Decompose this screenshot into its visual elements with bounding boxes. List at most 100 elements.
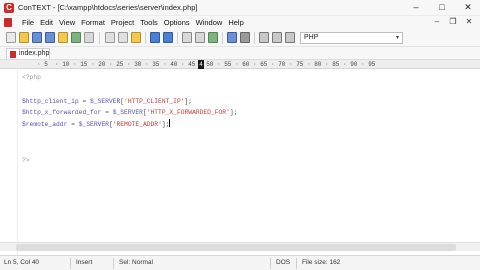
ruler-tick: · 55 <box>217 61 232 68</box>
ruler-tick: · 90 <box>343 61 358 68</box>
ruler-tick: · 40 <box>163 61 178 68</box>
editor-gutter[interactable] <box>0 69 18 255</box>
insert-mode: Insert <box>76 259 93 266</box>
find-next-icon[interactable] <box>195 32 205 43</box>
code-token: ]; <box>184 97 193 105</box>
ruler-caret-marker: 4 <box>198 60 204 69</box>
maximize-button[interactable]: □ <box>436 2 448 13</box>
menu-bar: File Edit View Format Project Tools Opti… <box>0 16 480 29</box>
code-token: <?php <box>22 74 41 81</box>
close-file-icon[interactable] <box>58 32 68 43</box>
toggle-bookmark-icon[interactable] <box>227 32 237 43</box>
code-line[interactable]: $remote_addr = $_SERVER['REMOTE_ADDR']; <box>22 119 237 131</box>
code-line[interactable]: ?> <box>22 155 237 167</box>
new-file-icon[interactable] <box>6 32 16 43</box>
code-token: ?> <box>22 156 30 164</box>
menu-window[interactable]: Window <box>196 18 223 27</box>
ruler-tick: · 45 <box>181 61 196 68</box>
ruler-tick: · 80 <box>307 61 322 68</box>
toolbar-separator <box>177 32 178 44</box>
menu-project[interactable]: Project <box>111 18 134 27</box>
ruler-tick: · 75 <box>289 61 304 68</box>
text-cursor <box>169 119 171 128</box>
code-line[interactable] <box>22 143 237 155</box>
cursor-position: Ln 5, Col 40 <box>4 259 40 266</box>
scrollbar-thumb[interactable] <box>16 244 456 251</box>
tab-label: index.php <box>19 50 50 57</box>
code-line[interactable]: $http_x_forwarded_for = $_SERVER['HTTP_X… <box>22 107 237 119</box>
ruler-tick: · 85 <box>325 61 340 68</box>
code-line[interactable] <box>22 131 237 143</box>
php-file-icon <box>10 51 16 58</box>
code-token: $_SERVER <box>78 121 109 129</box>
code-token: = <box>101 109 113 117</box>
doc-minimize-button[interactable]: – <box>432 17 442 27</box>
word-wrap-icon[interactable] <box>240 32 250 43</box>
menu-format[interactable]: Format <box>81 18 105 27</box>
copy-icon[interactable] <box>118 32 128 43</box>
ruler-tick: · 95 <box>361 61 376 68</box>
document-menu-icon[interactable] <box>4 18 12 27</box>
title-bar: C ConTEXT - [C:\xampp\htdocs\series\serv… <box>0 0 480 16</box>
code-token: $http_client_ip <box>22 97 79 105</box>
minimize-button[interactable]: – <box>410 2 422 13</box>
code-token: = <box>78 97 91 105</box>
ruler-tick: · 65 <box>253 61 268 68</box>
line-ending: DOS <box>276 259 291 266</box>
user-exec-2-icon[interactable] <box>272 32 282 43</box>
find-icon[interactable] <box>182 32 192 43</box>
print-preview-icon[interactable] <box>84 32 94 43</box>
toolbar-separator <box>222 32 223 44</box>
doc-close-button[interactable]: ✕ <box>464 17 474 27</box>
print-icon[interactable] <box>71 32 81 43</box>
status-divider <box>296 258 297 269</box>
close-button[interactable]: ✕ <box>462 2 474 13</box>
toolbar-separator <box>254 32 255 44</box>
code-token: 'HTTP_CLIENT_IP' <box>124 97 185 105</box>
menu-items: File Edit View Format Project Tools Opti… <box>22 18 244 27</box>
context-app-icon[interactable]: C <box>4 3 14 13</box>
code-token: $http_x_forwarded_for <box>22 109 102 117</box>
highlighter-select[interactable]: PHP ▾ <box>300 32 403 44</box>
ruler-tick: · 20 <box>91 61 106 68</box>
doc-restore-button[interactable]: ❐ <box>448 17 458 27</box>
document-window-controls: – ❐ ✕ <box>432 17 474 27</box>
undo-icon[interactable] <box>150 32 160 43</box>
menu-edit[interactable]: Edit <box>40 18 53 27</box>
ruler-tick: · 10 <box>55 61 70 68</box>
code-line[interactable] <box>22 84 237 96</box>
menu-file[interactable]: File <box>22 18 34 27</box>
code-token: 'HTTP_X_FORWARDED_FOR' <box>146 109 230 117</box>
code-text[interactable]: <?php $http_client_ip = $_SERVER['HTTP_CL… <box>22 72 237 166</box>
save-all-icon[interactable] <box>45 32 55 43</box>
toolbar-separator <box>99 32 100 44</box>
menu-tools[interactable]: Tools <box>140 18 158 27</box>
code-token: ]; <box>161 121 170 129</box>
ruler-tick: · 70 <box>271 61 286 68</box>
code-editor[interactable]: <?php $http_client_ip = $_SERVER['HTTP_CL… <box>0 69 480 255</box>
code-line[interactable]: $http_client_ip = $_SERVER['HTTP_CLIENT_… <box>22 96 237 108</box>
ruler-tick: · 5 <box>37 61 48 68</box>
replace-icon[interactable] <box>208 32 218 43</box>
user-exec-1-icon[interactable] <box>259 32 269 43</box>
cut-icon[interactable] <box>105 32 115 43</box>
horizontal-scrollbar[interactable] <box>0 242 480 251</box>
column-ruler: · 5 · 10 · 15 · 20 · 25 · 30 · 35 · 40 · 45 · 50 ·… <box>0 59 480 69</box>
code-token: = <box>67 121 79 129</box>
code-line[interactable]: <?php <box>22 72 237 84</box>
user-exec-3-icon[interactable] <box>285 32 295 43</box>
ruler-tick: · 30 <box>127 61 142 68</box>
redo-icon[interactable] <box>163 32 173 43</box>
menu-help[interactable]: Help <box>228 18 243 27</box>
status-divider <box>70 258 71 269</box>
ruler-tick: · 15 <box>73 61 88 68</box>
code-token: $remote_addr <box>22 121 68 129</box>
open-folder-icon[interactable] <box>19 32 29 43</box>
save-icon[interactable] <box>32 32 42 43</box>
paste-icon[interactable] <box>131 32 141 43</box>
menu-options[interactable]: Options <box>164 18 190 27</box>
status-divider <box>270 258 271 269</box>
tab-index-php[interactable]: index.php <box>6 48 50 59</box>
code-token: ]; <box>229 109 238 117</box>
menu-view[interactable]: View <box>59 18 75 27</box>
